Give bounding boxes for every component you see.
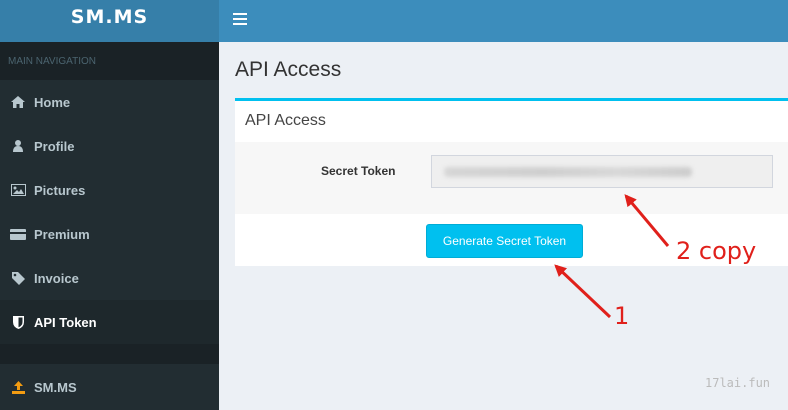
arrow-to-generate-button (554, 264, 612, 319)
annotation-arrows (554, 194, 670, 319)
arrow-to-token-field (624, 194, 670, 247)
annotation-step2: 2 copy (676, 237, 757, 265)
annotation-step1: 1 (614, 302, 630, 330)
watermark: 17lai.fun (705, 376, 771, 390)
